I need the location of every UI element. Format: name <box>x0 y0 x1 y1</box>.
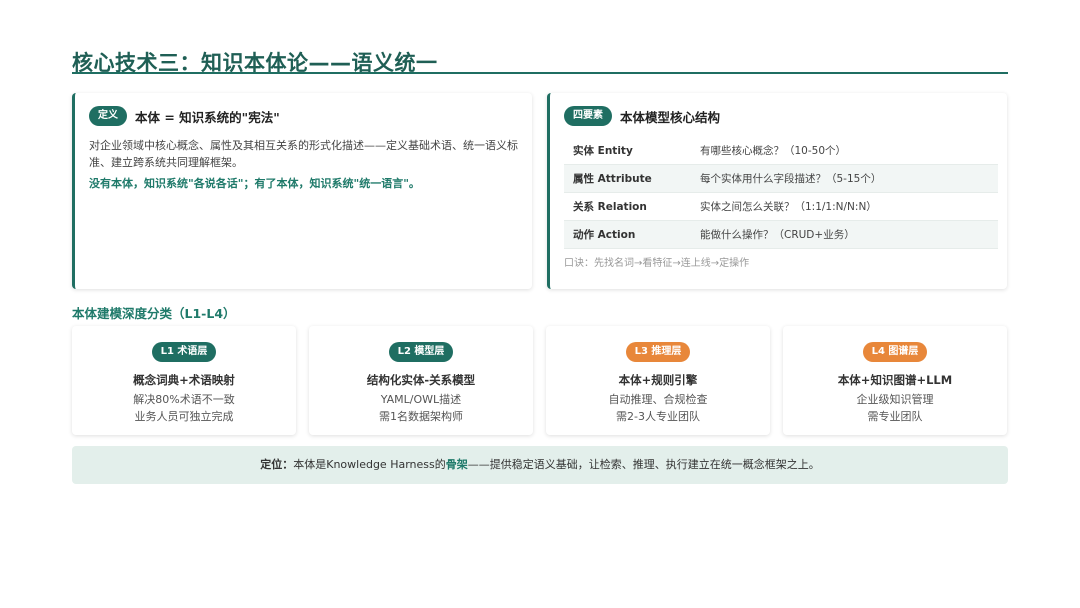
definition-emphasis: 没有本体，知识系统"各说各话"；有了本体，知识系统"统一语言"。 <box>89 177 420 190</box>
level-line2: 业务人员可独立完成 <box>134 410 234 423</box>
levels-section-label: 本体建模深度分类（L1-L4） <box>72 306 236 321</box>
level-card-l4: L4 图谱层 本体+知识图谱+LLM 企业级知识管理 需专业团队 <box>783 326 1007 435</box>
positioning-post: ——提供稳定语义基础，让检索、推理、执行建立在统一概念框架之上。 <box>467 458 820 471</box>
level-line1: 企业级知识管理 <box>856 393 934 406</box>
level-title: 结构化实体-关系模型 <box>366 373 476 387</box>
level-card-l2: L2 模型层 结构化实体-关系模型 YAML/OWL描述 需1名数据架构师 <box>309 326 533 435</box>
definition-card: 定义 本体 = 知识系统的"宪法" 对企业领域中核心概念、属性及其相互关系的形式… <box>72 93 532 289</box>
level-title: 本体+规则引擎 <box>618 373 698 387</box>
level-badge: L3 推理层 <box>625 342 691 362</box>
level-title: 概念词典+术语映射 <box>133 373 235 387</box>
structure-card: 四要素 本体模型核心结构 实体 Entity 有哪些核心概念？（10-50个） … <box>547 93 1007 289</box>
structure-table: 实体 Entity 有哪些核心概念？（10-50个） 属性 Attribute … <box>564 137 998 249</box>
positioning-pre: 本体是Knowledge Harness的 <box>293 458 446 471</box>
level-badge: L4 图谱层 <box>862 342 928 362</box>
title-divider <box>72 72 1008 74</box>
level-line2: 需专业团队 <box>867 410 923 423</box>
definition-badge: 定义 <box>89 106 127 126</box>
definition-heading: 本体 = 知识系统的"宪法" <box>135 109 280 125</box>
definition-body: 对企业领域中核心概念、属性及其相互关系的形式化描述——定义基础术语、统一语义标准… <box>89 139 518 169</box>
level-badge: L1 术语层 <box>151 342 217 362</box>
row-value: 实体之间怎么关联？（1:1/1:N/N:N） <box>700 201 877 213</box>
level-card-l3: L3 推理层 本体+规则引擎 自动推理、合规检查 需2-3人专业团队 <box>546 326 770 435</box>
row-value: 每个实体用什么字段描述？（5-15个） <box>700 173 882 185</box>
level-card-l1: L1 术语层 概念词典+术语映射 解决80%术语不一致 业务人员可独立完成 <box>72 326 296 435</box>
positioning-highlight: 骨架 <box>445 458 468 471</box>
table-row: 实体 Entity 有哪些核心概念？（10-50个） <box>564 137 998 165</box>
definition-header: 定义 本体 = 知识系统的"宪法" <box>89 106 280 126</box>
level-line1: YAML/OWL描述 <box>380 393 462 406</box>
row-key: 属性 Attribute <box>573 173 652 185</box>
structure-heading: 本体模型核心结构 <box>620 109 721 125</box>
level-line1: 自动推理、合规检查 <box>608 393 708 406</box>
structure-header: 四要素 本体模型核心结构 <box>564 106 720 126</box>
table-row: 关系 Relation 实体之间怎么关联？（1:1/1:N/N:N） <box>564 193 998 221</box>
level-badge: L2 模型层 <box>388 342 454 362</box>
row-key: 动作 Action <box>573 229 636 241</box>
level-title: 本体+知识图谱+LLM <box>837 373 953 387</box>
row-key: 实体 Entity <box>573 145 633 157</box>
level-line2: 需2-3人专业团队 <box>616 410 700 423</box>
row-value: 能做什么操作？（CRUD+业务） <box>700 229 855 241</box>
table-row: 属性 Attribute 每个实体用什么字段描述？（5-15个） <box>564 165 998 193</box>
mnemonic-text: 口诀：先找名词→看特征→连上线→定操作 <box>564 258 750 269</box>
level-line1: 解决80%术语不一致 <box>133 393 235 406</box>
level-line2: 需1名数据架构师 <box>379 410 463 423</box>
positioning-label: 定位： <box>260 458 294 471</box>
positioning-bar: 定位：本体是Knowledge Harness的骨架——提供稳定语义基础，让检索… <box>72 446 1008 484</box>
row-key: 关系 Relation <box>573 201 647 213</box>
structure-badge: 四要素 <box>564 106 612 126</box>
table-row: 动作 Action 能做什么操作？（CRUD+业务） <box>564 221 998 249</box>
row-value: 有哪些核心概念？（10-50个） <box>700 145 847 157</box>
